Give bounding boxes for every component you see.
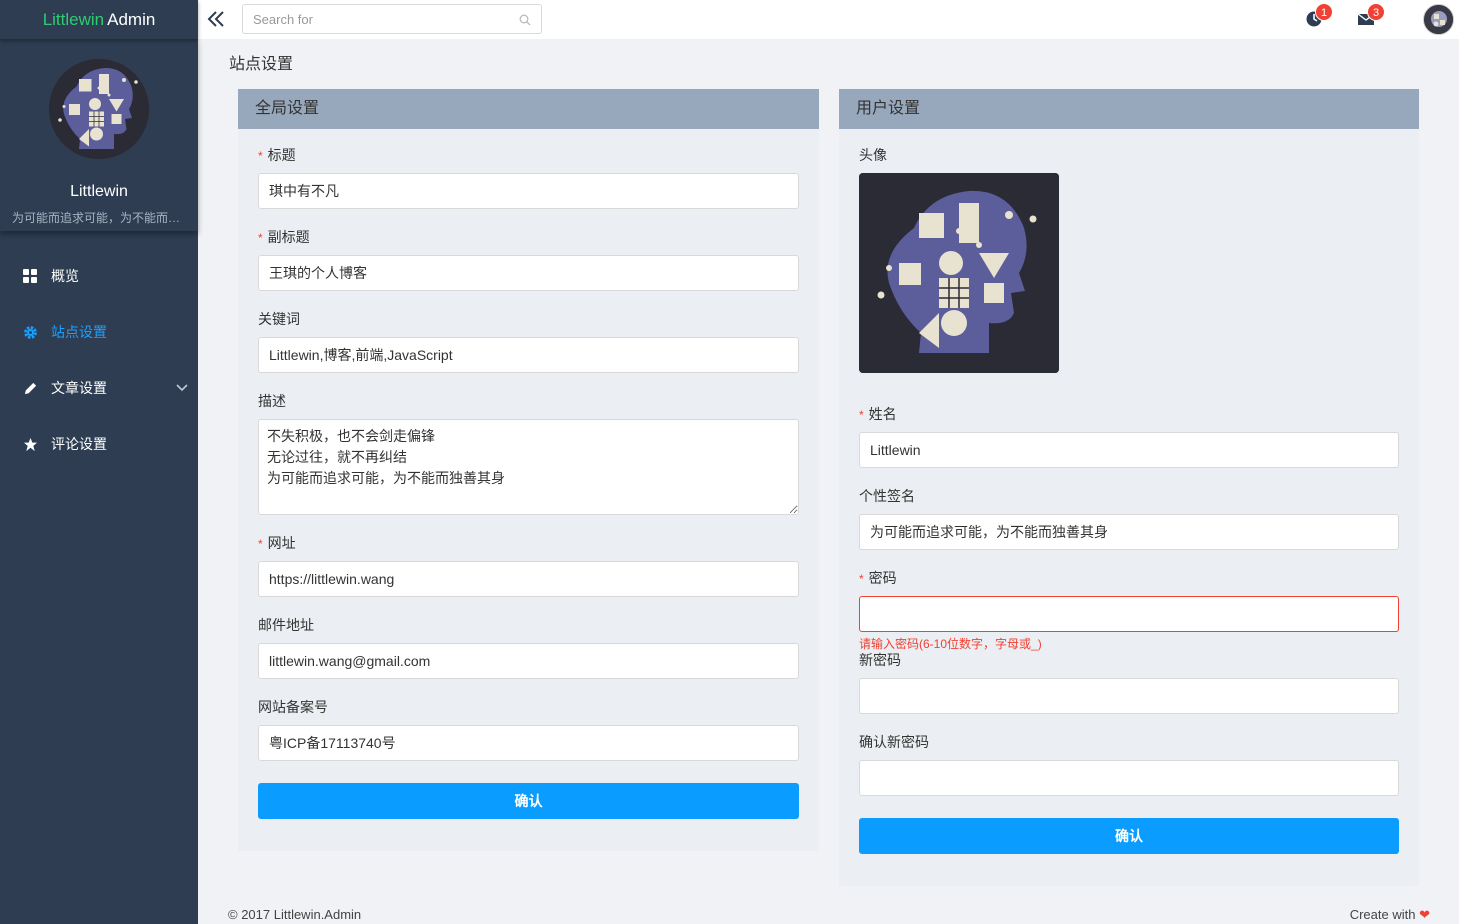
global-confirm-button[interactable]: 确认: [258, 783, 799, 819]
sidebar-item-site-settings[interactable]: 站点设置: [0, 304, 198, 360]
confirm-password-input[interactable]: [859, 760, 1399, 796]
field-label: 关键词: [258, 311, 300, 327]
sidebar-item-label: 评论设置: [51, 436, 107, 452]
sidebar-item-label: 站点设置: [51, 324, 107, 340]
topbar: 1 3: [198, 0, 1459, 39]
field-label: 确认新密码: [859, 734, 929, 750]
subtitle-input[interactable]: [258, 255, 799, 291]
password-input[interactable]: [859, 596, 1399, 632]
collapse-sidebar-icon[interactable]: [206, 9, 226, 29]
heart-icon: ❤: [1419, 907, 1430, 922]
brand-name: Littlewin: [42, 9, 105, 29]
sidebar-item-label: 文章设置: [51, 380, 107, 396]
avatar-upload[interactable]: [859, 173, 1059, 373]
field-password: * 密码 请输入密码(6-10位数字，字母或_): [859, 568, 1399, 652]
required-marker: *: [258, 537, 263, 551]
notification-count-badge: 1: [1315, 3, 1333, 21]
profile-signature: 为可能而追求可能，为不能而独善其身: [12, 211, 198, 225]
field-label: 个性签名: [859, 488, 915, 504]
field-label: 描述: [258, 393, 286, 409]
brand-suffix: Admin: [107, 9, 156, 29]
name-input[interactable]: [859, 432, 1399, 468]
email-input[interactable]: [258, 643, 799, 679]
page-title: 站点设置: [229, 56, 294, 73]
field-new-password: 新密码: [859, 650, 1399, 714]
field-subtitle: * 副标题: [258, 227, 799, 291]
field-avatar: 头像: [859, 145, 1399, 373]
required-marker: *: [859, 408, 864, 422]
pencil-icon: [22, 380, 38, 396]
search-input[interactable]: [243, 5, 503, 33]
url-input[interactable]: [258, 561, 799, 597]
sidebar-item-overview[interactable]: 概览: [0, 248, 198, 304]
field-email: 邮件地址: [258, 615, 799, 679]
field-label: * 网址: [258, 535, 296, 551]
field-keywords: 关键词: [258, 309, 799, 373]
user-confirm-button[interactable]: 确认: [859, 818, 1399, 854]
panel-title: 全局设置: [238, 89, 819, 129]
profile-name: Littlewin: [70, 183, 128, 200]
field-name: * 姓名: [859, 404, 1399, 468]
field-label: * 姓名: [859, 406, 897, 422]
field-title: * 标题: [258, 145, 799, 209]
footer-credit: Create with ❤: [1350, 907, 1430, 923]
gear-icon: [22, 324, 38, 340]
field-label: * 密码: [859, 570, 897, 586]
sidebar-item-comment-settings[interactable]: 评论设置: [0, 416, 198, 472]
field-confirm-password: 确认新密码: [859, 732, 1399, 796]
messages-button[interactable]: 3: [1357, 3, 1385, 30]
panel-title: 用户设置: [839, 89, 1419, 129]
sidebar-menu: 概览 站点设置 文章设置 评论设置: [0, 248, 198, 472]
signature-input[interactable]: [859, 514, 1399, 550]
field-description: 描述: [258, 391, 799, 515]
field-label: * 标题: [258, 147, 296, 163]
field-icp: 网站备案号: [258, 697, 799, 761]
dashboard-icon: [22, 268, 38, 284]
message-count-badge: 3: [1367, 3, 1385, 21]
field-label: 网站备案号: [258, 699, 328, 715]
footer-credit-text: Create with: [1349, 907, 1416, 922]
field-label: 头像: [859, 147, 887, 163]
user-avatar[interactable]: [1423, 4, 1454, 35]
chevron-down-icon[interactable]: [176, 380, 188, 396]
sidebar-item-article-settings[interactable]: 文章设置: [0, 360, 198, 416]
new-password-input[interactable]: [859, 678, 1399, 714]
global-settings-panel: 全局设置 *标题 *副标题 关键词 描述 *网址 邮件地址 网站备案号 确认: [238, 89, 819, 851]
brand-logo[interactable]: Littlewin Admin: [0, 0, 198, 39]
profile-card: Littlewin 为可能而追求可能，为不能而独善其身: [0, 39, 198, 231]
sidebar-item-label: 概览: [51, 268, 79, 284]
required-marker: *: [258, 231, 263, 245]
field-signature: 个性签名: [859, 486, 1399, 550]
star-icon: [22, 436, 38, 452]
footer-copyright: © 2017 Littlewin.Admin: [228, 907, 362, 922]
keywords-input[interactable]: [258, 337, 799, 373]
search-box: [242, 4, 542, 34]
field-url: * 网址: [258, 533, 799, 597]
search-icon[interactable]: [519, 13, 531, 29]
title-input[interactable]: [258, 173, 799, 209]
user-settings-panel: 用户设置 头像 *姓名 个性签名 *密码 请输入密码(6-10位数字，字母或_)…: [839, 89, 1419, 886]
sidebar: Littlewin Admin Littlewin 为可能而追求可能，为不能而独…: [0, 0, 198, 924]
description-textarea[interactable]: [258, 419, 799, 515]
required-marker: *: [859, 572, 864, 586]
field-label: 邮件地址: [258, 617, 314, 633]
field-label: 新密码: [859, 652, 901, 668]
field-label: * 副标题: [258, 229, 310, 245]
avatar[interactable]: [49, 59, 149, 159]
icp-input[interactable]: [258, 725, 799, 761]
required-marker: *: [258, 149, 263, 163]
notifications-button[interactable]: 1: [1305, 3, 1333, 30]
